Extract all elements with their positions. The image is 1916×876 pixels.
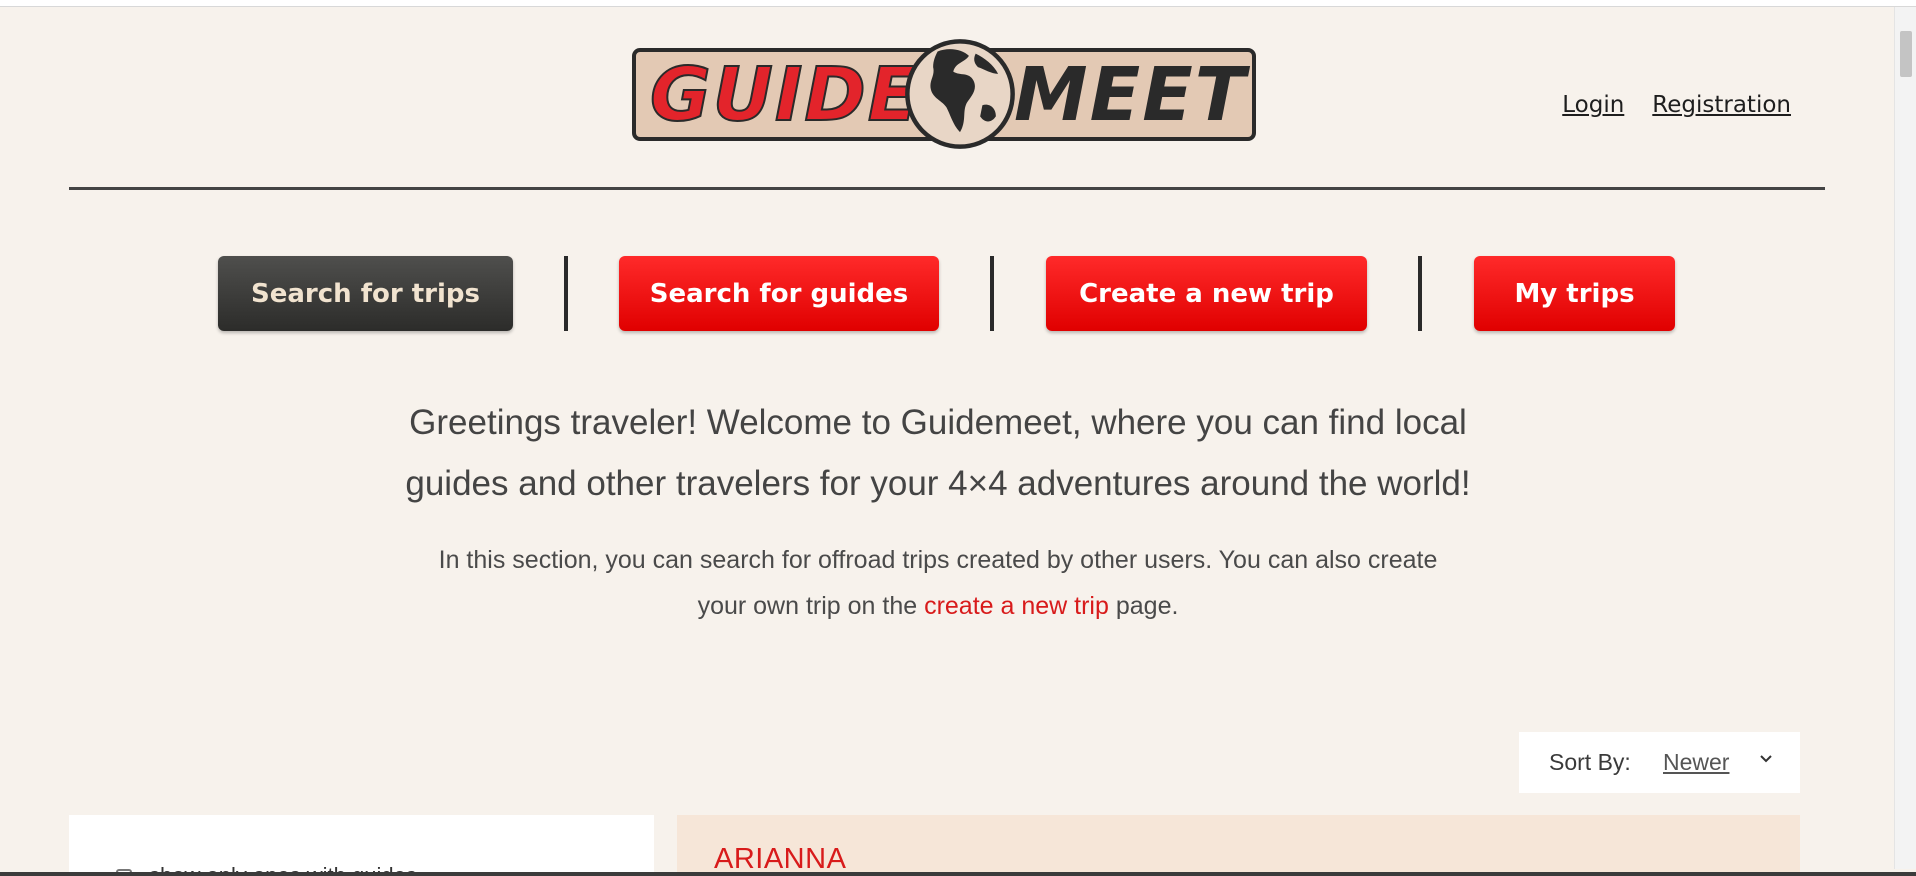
globe-icon [905,39,1015,149]
trip-card[interactable]: ARIANNA [677,815,1800,876]
welcome-heading-line1: Greetings traveler! Welcome to Guidemeet… [409,403,1467,442]
main-nav: Search for trips Search for guides Creat… [0,256,1916,332]
logo-text-guide: GUIDE [649,52,921,138]
sort-control[interactable]: Sort By: Newer [1519,732,1800,793]
browser-bottom-edge [0,872,1916,876]
create-trip-link[interactable]: create a new trip [924,592,1109,620]
scrollbar-thumb[interactable] [1900,31,1912,77]
login-link[interactable]: Login [1562,92,1624,118]
sort-label: Sort By: [1549,749,1631,775]
description-prefix: your own trip on the [697,592,925,620]
welcome-heading: Greetings traveler! Welcome to Guidemeet… [380,392,1496,514]
nav-separator [1418,256,1422,331]
header-divider [69,187,1825,190]
page-scrollbar[interactable] [1894,7,1916,869]
nav-separator [564,256,568,331]
tab-search-for-trips[interactable]: Search for trips [218,256,513,331]
filter-panel: show only ones with guides [69,815,654,876]
registration-link[interactable]: Registration [1652,92,1791,118]
chevron-down-icon[interactable] [1757,750,1775,768]
section-description: In this section, you can search for offr… [380,537,1496,629]
section-description-line1: In this section, you can search for offr… [438,546,1438,574]
tab-create-new-trip[interactable]: Create a new trip [1046,256,1367,331]
tab-my-trips[interactable]: My trips [1474,256,1675,331]
welcome-heading-line2: guides and other travelers for your 4×4 … [405,464,1471,503]
section-description-line2: your own trip on the create a new trip p… [380,583,1496,629]
sort-select[interactable]: Newer [1663,749,1729,776]
tab-search-for-guides[interactable]: Search for guides [619,256,939,331]
logo-text-meet: MEET [1014,52,1248,138]
site-logo[interactable]: GUIDE MEET [632,39,1256,149]
description-suffix: page. [1108,592,1179,620]
auth-links: Login Registration [1562,92,1791,118]
nav-separator [990,256,994,331]
browser-top-edge [0,0,1916,7]
